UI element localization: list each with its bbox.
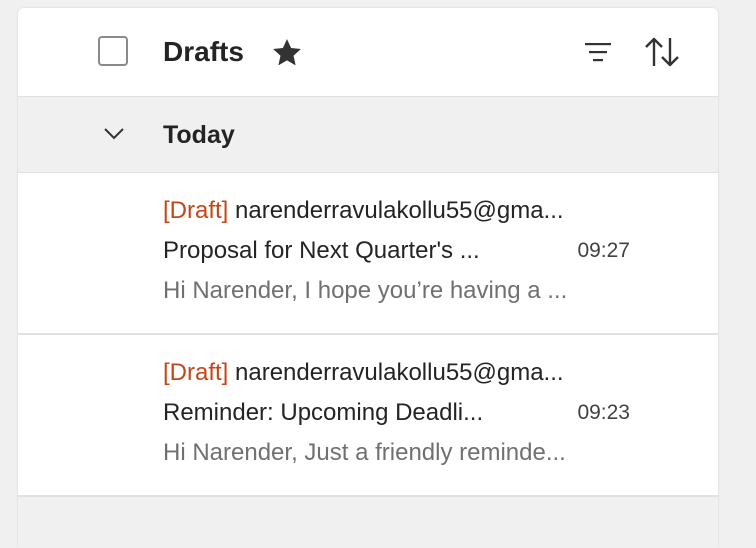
message-preview: Hi Narender, I hope you’re having a ... xyxy=(163,277,568,304)
folder-title: Drafts xyxy=(163,36,244,67)
list-item[interactable]: [Draft] narenderravulakollu55@gma... Rem… xyxy=(18,335,718,497)
group-label: Today xyxy=(163,121,235,149)
draft-tag: [Draft] xyxy=(163,359,229,386)
star-icon[interactable] xyxy=(270,36,304,70)
message-subject: Reminder: Upcoming Deadli... xyxy=(163,399,484,426)
group-header-today[interactable]: Today xyxy=(18,97,718,173)
message-recipient-line: [Draft] narenderravulakollu55@gma... xyxy=(163,357,633,389)
message-list-header: Drafts xyxy=(18,8,718,97)
message-list-pane: Drafts Today [Draft] narenderravulakollu… xyxy=(18,8,718,548)
message-time: 09:23 xyxy=(577,401,630,424)
list-item[interactable]: [Draft] narenderravulakollu55@gma... Pro… xyxy=(18,173,718,335)
message-time: 09:27 xyxy=(577,239,630,262)
filter-icon[interactable] xyxy=(581,38,615,66)
sort-icon[interactable] xyxy=(642,34,682,70)
chevron-down-icon[interactable] xyxy=(102,123,126,143)
message-recipient-line: [Draft] narenderravulakollu55@gma... xyxy=(163,195,633,227)
draft-tag: [Draft] xyxy=(163,197,229,224)
message-recipient: narenderravulakollu55@gma... xyxy=(235,359,564,386)
select-all-checkbox[interactable] xyxy=(98,36,128,66)
message-subject: Proposal for Next Quarter's ... xyxy=(163,237,480,264)
message-recipient: narenderravulakollu55@gma... xyxy=(235,197,564,224)
message-preview: Hi Narender, Just a friendly reminde... xyxy=(163,439,566,466)
